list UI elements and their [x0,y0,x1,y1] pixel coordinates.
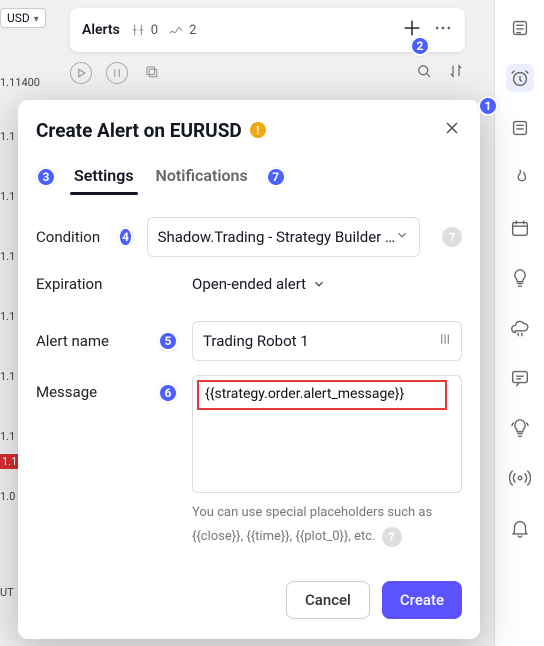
row-expiration: Expiration Open-ended alert [36,275,462,293]
expiration-dropdown[interactable]: Open-ended alert [192,275,326,293]
watchlist-icon[interactable] [506,14,534,42]
alerts-icon[interactable] [506,64,534,92]
row-condition: Condition 4 Shadow.Trading - Strategy Bu… [36,217,462,257]
secondary-toolbar [70,56,465,90]
alerts-stat-2: 2 [168,22,196,38]
select-condition[interactable]: Shadow.Trading - Strategy Builder … [147,217,420,257]
callout-badge-7: 7 [266,167,286,187]
label-expiration: Expiration [36,275,144,293]
modal-header: Create Alert on EURUSD ! [18,100,480,152]
bell-icon[interactable] [506,514,534,542]
copy-icon[interactable] [142,62,164,84]
create-alert-modal: Create Alert on EURUSD ! 3 Settings Noti… [18,100,480,639]
calendar-icon[interactable] [506,214,534,242]
placeholder-icon[interactable] [437,331,453,351]
tab-notifications[interactable]: Notifications [152,158,252,195]
alerts-title: Alerts [82,22,120,38]
label-message: Message [36,375,144,401]
alerts-bar: Alerts 0 2 [70,8,465,52]
more-menu-button[interactable] [433,18,453,42]
warning-icon: ! [250,122,266,138]
label-condition: Condition [36,228,104,246]
play-icon[interactable] [70,62,92,84]
right-rail [494,0,544,646]
callout-badge-4: 4 [118,227,132,247]
label-alert-name: Alert name [36,332,144,350]
callout-badge-1: 1 [478,96,498,116]
input-alert-name[interactable]: Trading Robot 1 [192,321,462,361]
symbol-select[interactable]: USD [0,8,46,28]
modal-body: Condition 4 Shadow.Trading - Strategy Bu… [18,209,480,581]
callout-badge-3: 3 [36,167,56,187]
help-icon[interactable]: ? [382,527,402,547]
callout-badge-5: 5 [158,331,178,351]
streams-icon[interactable] [506,414,534,442]
chevron-down-icon [395,228,409,246]
message-hint: You can use special placeholders such as… [192,503,462,547]
pause-icon[interactable] [106,62,128,84]
broadcast-icon[interactable] [506,464,534,492]
alerts-stat-1: 0 [130,22,158,38]
tab-settings[interactable]: Settings [70,158,138,195]
search-icon[interactable] [415,62,433,84]
symbol-text: USD [7,11,30,25]
callout-badge-6: 6 [158,383,178,403]
chat-icon[interactable] [506,364,534,392]
news-icon[interactable] [506,114,534,142]
modal-footer: Cancel Create [18,581,480,639]
create-button[interactable]: Create [382,581,462,619]
modal-title: Create Alert on EURUSD ! [36,119,266,142]
cancel-button[interactable]: Cancel [286,581,370,619]
help-icon[interactable]: ? [442,227,462,247]
modal-tabs: 3 Settings Notifications 7 [18,152,480,195]
chevron-down-icon [34,11,39,25]
row-alert-name: Alert name 5 Trading Robot 1 [36,321,462,361]
callout-badge-2: 2 [410,36,430,56]
close-button[interactable] [442,118,462,142]
ideas-icon[interactable] [506,264,534,292]
cloud-icon[interactable] [506,314,534,342]
textarea-message[interactable]: {{strategy.order.alert_message}} [192,375,462,493]
row-message: Message 6 {{strategy.order.alert_message… [36,375,462,547]
hotlist-icon[interactable] [506,164,534,192]
sort-icon[interactable] [447,62,465,84]
